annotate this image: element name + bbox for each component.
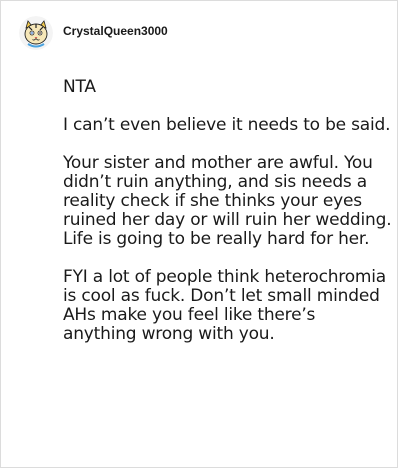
comment-card: CrystalQueen3000 NTA I can’t even believ… bbox=[0, 0, 398, 468]
tiger-avatar-icon[interactable] bbox=[19, 16, 53, 50]
comment-username[interactable]: CrystalQueen3000 bbox=[63, 24, 168, 38]
comment-paragraph: FYI a lot of people think heterochromia … bbox=[63, 267, 387, 344]
comment-paragraph: Your sister and mother are awful. You di… bbox=[63, 153, 392, 249]
comment-paragraph: NTA bbox=[63, 77, 96, 97]
comment-header: CrystalQueen3000 bbox=[19, 15, 168, 51]
comment-body: NTA I can’t even believe it needs to be … bbox=[63, 78, 393, 363]
comment-paragraph: I can’t even believe it needs to be said… bbox=[63, 115, 391, 135]
